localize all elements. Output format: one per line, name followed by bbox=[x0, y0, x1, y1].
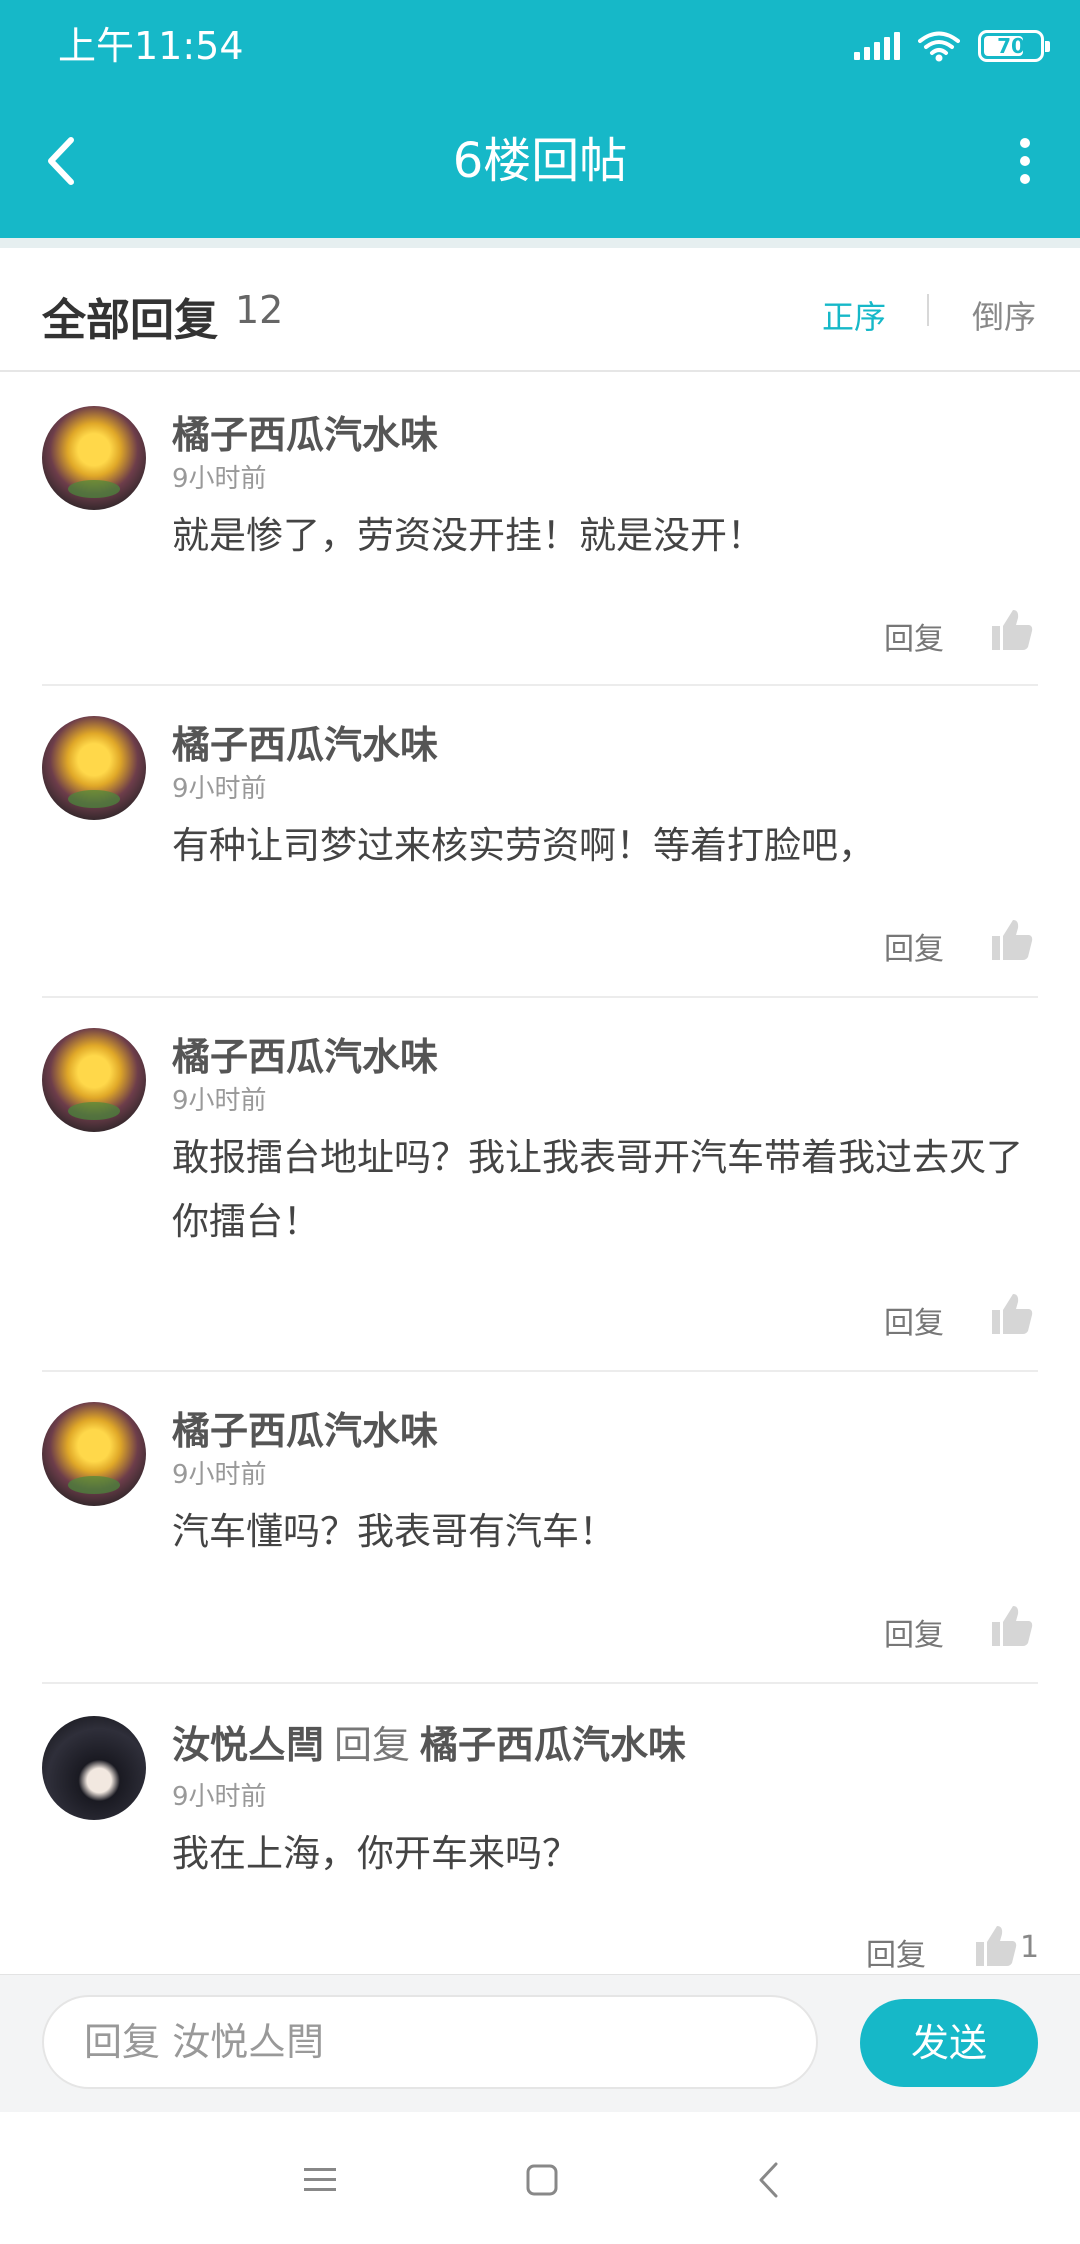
menu-icon bbox=[304, 2168, 336, 2191]
username[interactable]: 橘子西瓜汽水味 bbox=[172, 404, 438, 459]
more-button[interactable] bbox=[1010, 126, 1040, 196]
reply-button[interactable]: 回复 bbox=[884, 614, 944, 658]
sort-descending-button[interactable]: 倒序 bbox=[972, 292, 1036, 338]
reply-button[interactable]: 回复 bbox=[884, 924, 944, 968]
reply-time: 9小时前 bbox=[172, 1460, 267, 1490]
username[interactable]: 橘子西瓜汽水味 bbox=[172, 714, 438, 769]
avatar[interactable] bbox=[42, 716, 146, 820]
sort-ascending-button[interactable]: 正序 bbox=[822, 292, 886, 338]
battery-icon: 70 bbox=[978, 30, 1050, 62]
reply-item: 橘子西瓜汽水味 9小时前 敢报擂台地址吗？我让我表哥开汽车带着我过去灭了你擂台！… bbox=[0, 998, 1080, 1372]
system-nav-bar bbox=[0, 2112, 1080, 2244]
header-divider bbox=[0, 238, 1080, 248]
username[interactable]: 橘子西瓜汽水味 bbox=[172, 1026, 438, 1081]
replies-title: 全部回复 bbox=[42, 295, 218, 346]
more-vertical-icon bbox=[1020, 138, 1030, 148]
replies-header: 全部回复 12 正序 倒序 bbox=[0, 248, 1080, 372]
reply-time: 9小时前 bbox=[172, 1782, 267, 1812]
reply-input[interactable]: 回复 汝悦亼閆 bbox=[42, 1995, 818, 2089]
reply-time: 9小时前 bbox=[172, 774, 267, 804]
sort-separator bbox=[927, 294, 929, 326]
page-title: 6楼回帖 bbox=[452, 133, 628, 189]
reply-word: 回复 bbox=[334, 1723, 411, 1767]
menu-button[interactable] bbox=[290, 2150, 350, 2210]
like-count: 1 bbox=[1020, 1930, 1040, 1965]
reply-button[interactable]: 回复 bbox=[866, 1930, 926, 1974]
thumbs-up-icon[interactable] bbox=[988, 916, 1034, 962]
thumbs-up-icon[interactable] bbox=[988, 1290, 1034, 1336]
wifi-icon bbox=[918, 31, 960, 62]
send-button[interactable]: 发送 bbox=[860, 1999, 1038, 2087]
reply-item: 橘子西瓜汽水味 9小时前 汽车懂吗？我表哥有汽车！ 回复 bbox=[0, 1372, 1080, 1684]
reply-content: 就是惨了，劳资没开挂！就是没开！ bbox=[172, 514, 764, 557]
avatar[interactable] bbox=[42, 406, 146, 510]
thumbs-up-icon[interactable] bbox=[988, 1602, 1034, 1648]
back-triangle-icon bbox=[759, 2162, 778, 2198]
reply-target-username[interactable]: 橘子西瓜汽水味 bbox=[420, 1723, 686, 1767]
battery-level: 70 bbox=[997, 34, 1025, 58]
avatar[interactable] bbox=[42, 1402, 146, 1506]
reply-time: 9小时前 bbox=[172, 464, 267, 494]
reply-button[interactable]: 回复 bbox=[884, 1298, 944, 1342]
reply-content: 有种让司梦过来核实劳资啊！等着打脸吧， bbox=[172, 824, 875, 867]
reply-item: 橘子西瓜汽水味 9小时前 有种让司梦过来核实劳资啊！等着打脸吧， 回复 bbox=[0, 686, 1080, 998]
system-back-button[interactable] bbox=[738, 2150, 798, 2210]
thumbs-up-icon[interactable] bbox=[988, 606, 1034, 652]
home-button[interactable] bbox=[512, 2150, 572, 2210]
replies-count: 12 bbox=[235, 288, 284, 332]
reply-content: 敢报擂台地址吗？我让我表哥开汽车带着我过去灭了你擂台！ bbox=[172, 1136, 1023, 1243]
reply-user-line: 汝悦亼閆 回复 橘子西瓜汽水味 bbox=[172, 1714, 686, 1769]
reply-time: 9小时前 bbox=[172, 1086, 267, 1116]
signal-icon bbox=[854, 32, 900, 60]
status-icons: 70 bbox=[854, 26, 1050, 66]
app-header: 上午11:54 70 6楼回帖 bbox=[0, 0, 1080, 238]
home-square-icon bbox=[526, 2164, 558, 2196]
avatar[interactable] bbox=[42, 1028, 146, 1132]
status-time: 上午11:54 bbox=[58, 24, 244, 68]
thumbs-up-icon[interactable] bbox=[972, 1922, 1018, 1968]
username[interactable]: 汝悦亼閆 bbox=[172, 1723, 324, 1767]
reply-item: 汝悦亼閆 回复 橘子西瓜汽水味 9小时前 我在上海，你开车来吗？ 回复 1 bbox=[0, 1684, 1080, 1974]
reply-input-bar: 回复 汝悦亼閆 发送 bbox=[0, 1974, 1080, 2112]
reply-item: 橘子西瓜汽水味 9小时前 就是惨了，劳资没开挂！就是没开！ 回复 bbox=[0, 374, 1080, 686]
reply-content: 汽车懂吗？我表哥有汽车！ bbox=[172, 1510, 616, 1553]
reply-content: 我在上海，你开车来吗？ bbox=[172, 1832, 579, 1875]
username[interactable]: 橘子西瓜汽水味 bbox=[172, 1400, 438, 1455]
reply-button[interactable]: 回复 bbox=[884, 1610, 944, 1654]
avatar[interactable] bbox=[42, 1716, 146, 1820]
